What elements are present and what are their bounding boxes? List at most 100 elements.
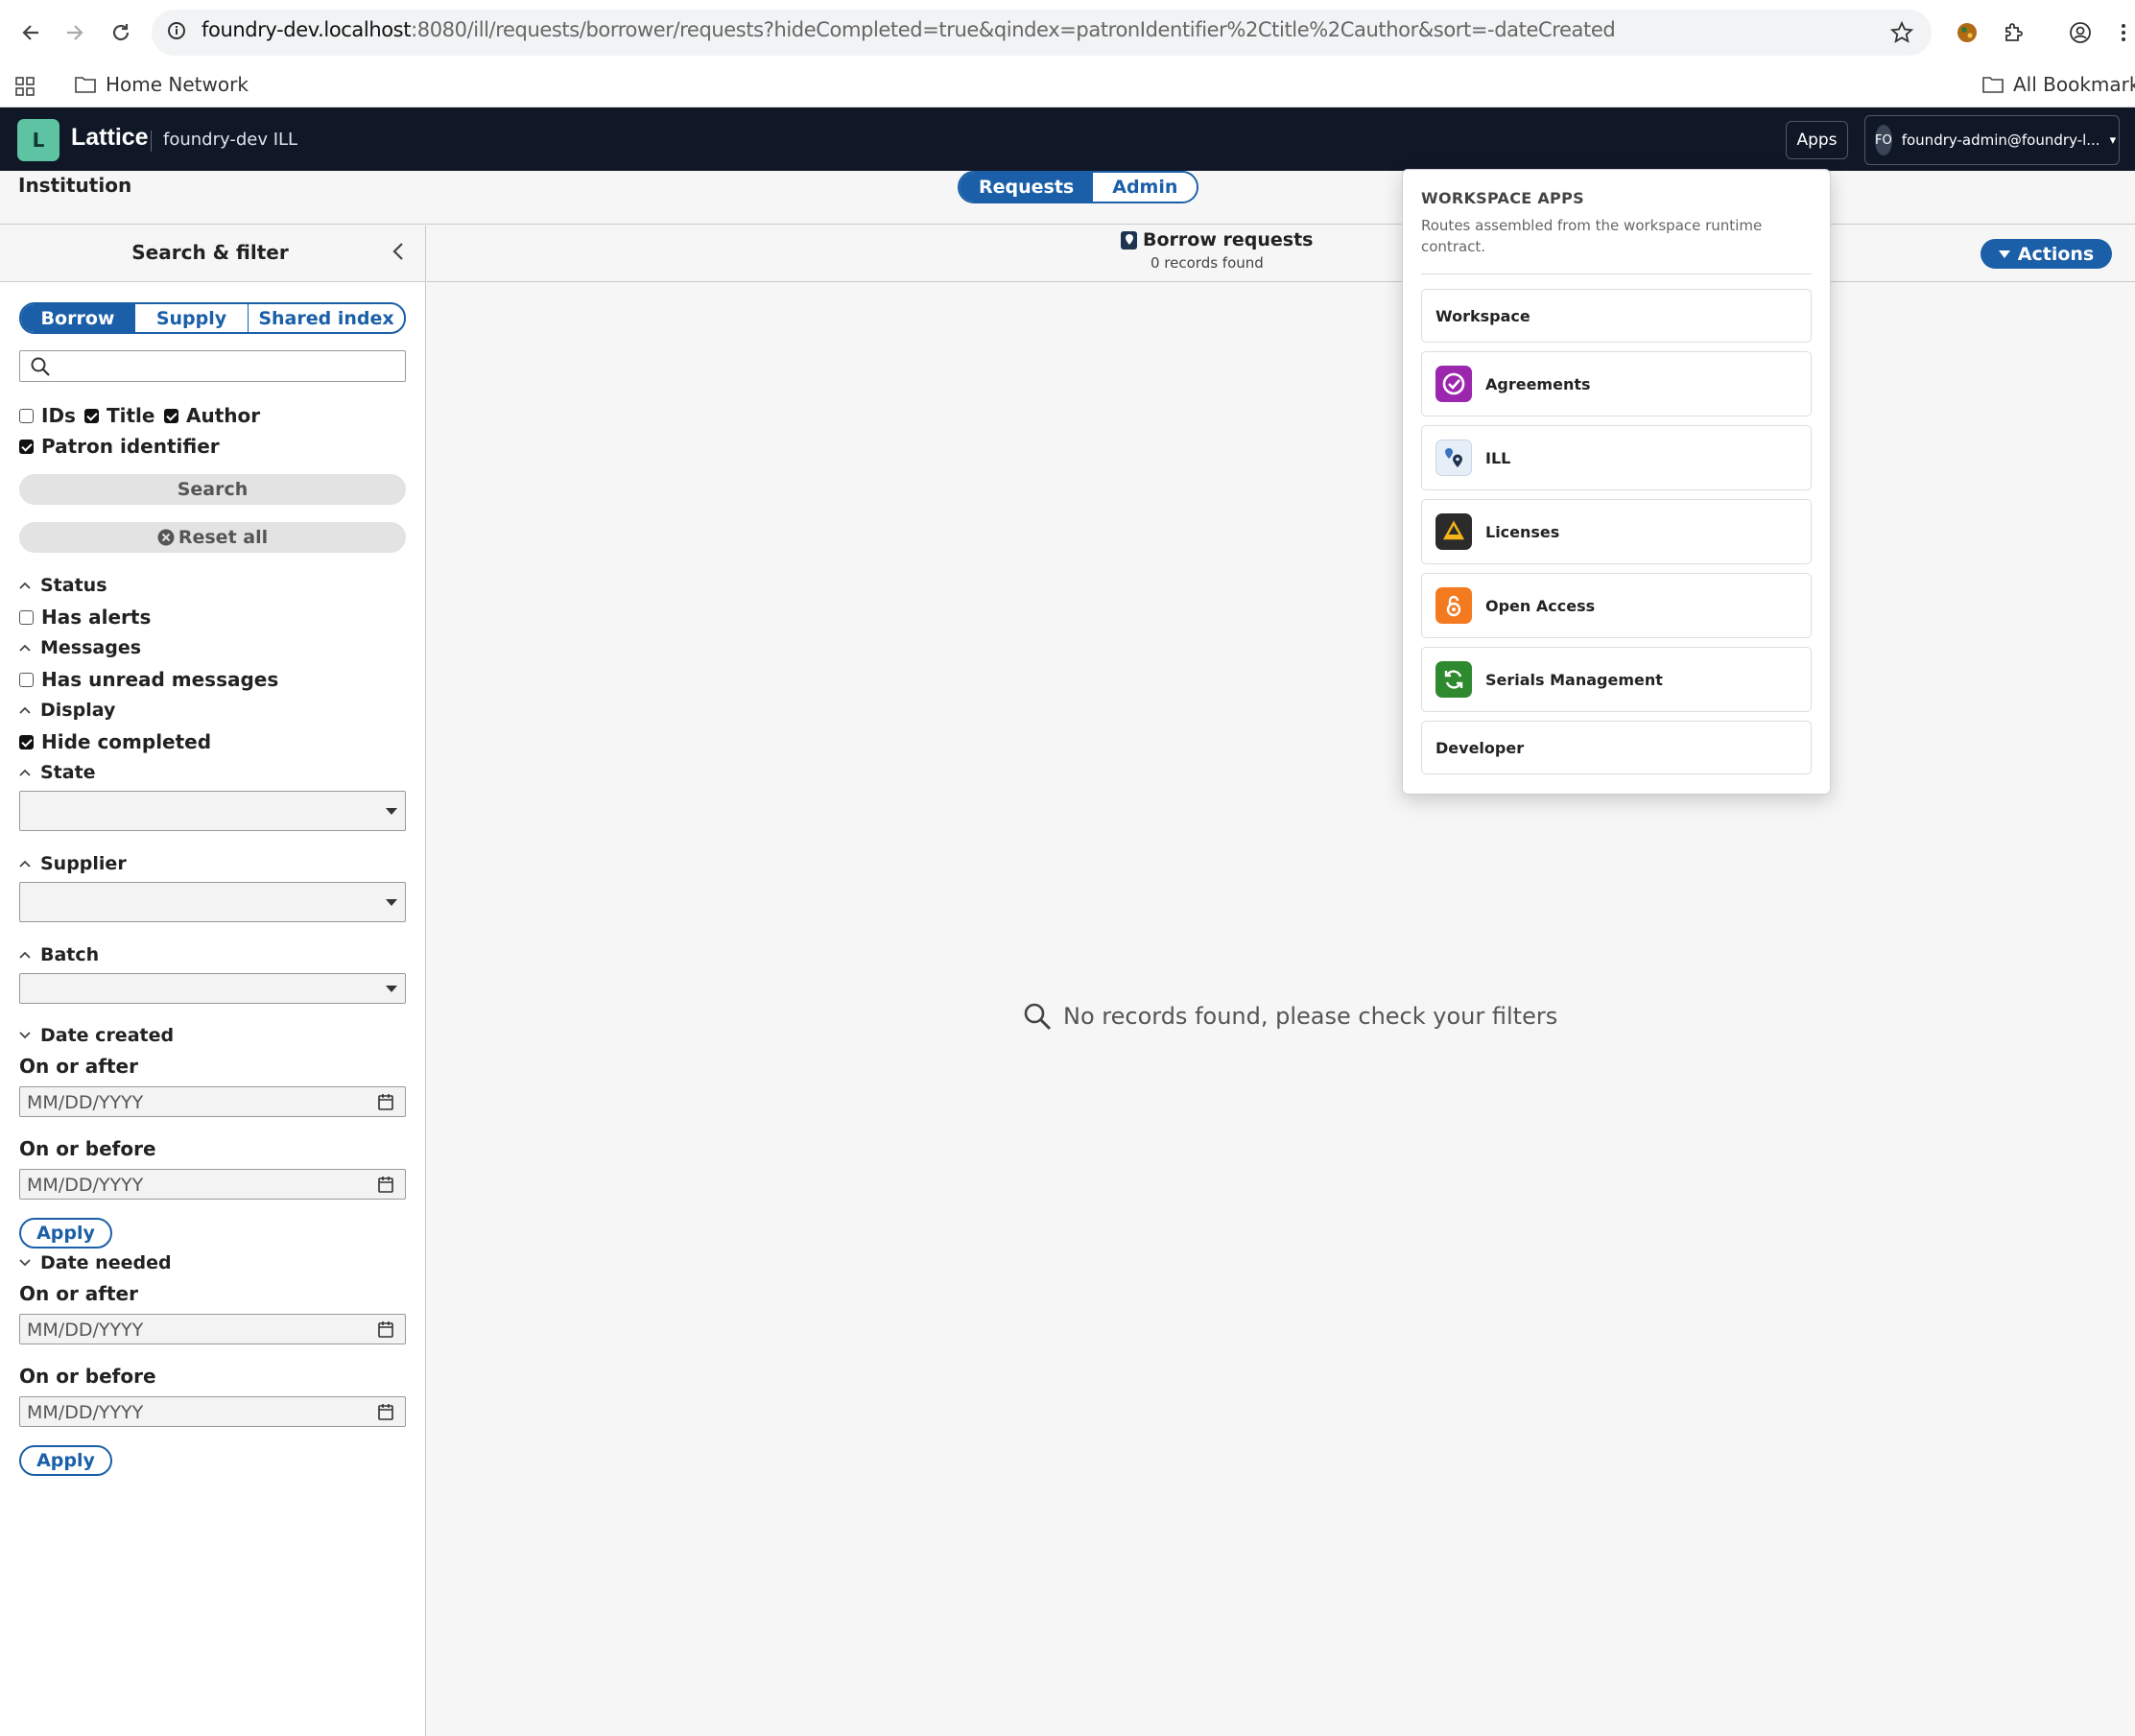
checkbox-ids[interactable] [19,408,34,423]
forward-button[interactable] [56,13,94,52]
section-date-needed[interactable]: Date needed [19,1252,172,1273]
section-status[interactable]: Status [19,575,107,596]
collapse-chevron-left-icon[interactable] [391,241,405,262]
back-button[interactable] [12,13,50,52]
app-item-workspace[interactable]: Workspace [1421,289,1812,343]
search-input[interactable] [19,350,406,382]
app-item-agreements[interactable]: Agreements [1421,351,1812,416]
user-menu-button[interactable]: FO foundry-admin@foundry-l... ▾ [1864,115,2120,165]
qindex-ids[interactable]: IDs [19,404,76,427]
app-item-licenses[interactable]: Licenses [1421,499,1812,564]
apply-date-created-button[interactable]: Apply [19,1218,112,1248]
brand-name[interactable]: Lattice [71,124,149,152]
segment-borrow[interactable]: Borrow [21,304,134,332]
date-needed-after-input[interactable]: MM/DD/YYYY [19,1314,406,1344]
section-supplier[interactable]: Supplier [19,853,127,874]
forward-arrow-icon [67,25,83,40]
section-label: Batch [40,944,100,965]
state-select[interactable] [19,791,406,831]
profile-icon[interactable] [2069,21,2092,44]
all-bookmarks[interactable]: All Bookmarks [1982,73,2135,96]
checkbox-title[interactable] [84,408,99,423]
checkbox-has-unread[interactable] [19,672,34,687]
extension-cookie-icon[interactable] [1956,21,1979,44]
app-item-open-access[interactable]: Open Access [1421,573,1812,638]
bookmarks-bar: Home Network All Bookmarks [0,65,2135,107]
apps-button[interactable]: Apps [1786,121,1848,159]
search-icon [31,357,50,376]
checkbox-patron-identifier[interactable] [19,439,34,454]
segment-supply[interactable]: Supply [134,304,248,332]
app-item-developer[interactable]: Developer [1421,721,1812,774]
date-needed-before-input[interactable]: MM/DD/YYYY [19,1396,406,1427]
sidebar-title: Search & filter [131,241,289,264]
tab-admin[interactable]: Admin [1093,173,1198,202]
qindex-author[interactable]: Author [164,404,260,427]
date-created-after-input[interactable]: MM/DD/YYYY [19,1086,406,1117]
serials-icon [1435,661,1472,698]
batch-select[interactable] [19,973,406,1004]
qindex-title[interactable]: Title [84,404,154,427]
open-access-icon [1435,587,1472,624]
back-arrow-icon [22,25,38,40]
checkbox-author[interactable] [164,408,178,423]
results-pane-header: Borrow requests 0 records found Actions [427,226,2135,282]
actions-button[interactable]: Actions [1981,239,2112,269]
reload-button[interactable] [102,13,140,52]
section-batch[interactable]: Batch [19,944,99,965]
filter-has-alerts[interactable]: Has alerts [19,606,151,629]
reset-all-button[interactable]: Reset all [19,522,406,553]
top-tabs: Requests Admin [958,171,1199,203]
extensions-puzzle-icon[interactable] [2002,21,2025,44]
site-info-icon[interactable] [165,19,188,42]
app-item-label: Agreements [1485,374,1591,393]
checkbox-label: Title [107,404,155,427]
app-item-serials-management[interactable]: Serials Management [1421,647,1812,712]
section-date-created[interactable]: Date created [19,1025,174,1046]
filter-sidebar: Search & filter Borrow Supply Shared ind… [0,226,426,1736]
section-state[interactable]: State [19,762,96,783]
empty-results-message: No records found, please check your filt… [1023,1002,1557,1031]
segment-shared-index[interactable]: Shared index [248,304,404,332]
calendar-icon[interactable] [378,1176,393,1193]
supplier-select[interactable] [19,882,406,922]
apply-date-needed-button[interactable]: Apply [19,1445,112,1476]
qindex-patron[interactable]: Patron identifier [19,435,220,458]
bookmark-folder-home-network[interactable]: Home Network [75,73,249,96]
chevron-up-icon [19,706,31,714]
reload-icon [112,24,130,41]
request-type-segments: Borrow Supply Shared index [19,302,406,334]
app-logo[interactable]: L [17,119,59,161]
caret-down-icon [386,808,397,815]
bookmark-star-icon[interactable] [1890,21,1913,44]
date-placeholder: MM/DD/YYYY [27,1092,144,1113]
section-display[interactable]: Display [19,700,115,721]
app-item-ill[interactable]: ILL [1421,425,1812,490]
workspace-apps-dropdown: WORKSPACE APPS Routes assembled from the… [1402,169,1831,795]
record-count: 0 records found [1151,254,1264,272]
licenses-icon [1435,513,1472,550]
browser-menu-icon[interactable] [2119,21,2128,44]
chevron-down-icon [19,1259,31,1267]
calendar-icon[interactable] [378,1093,393,1110]
calendar-icon[interactable] [378,1403,393,1420]
brand-divider [151,131,152,152]
app-item-label: Serials Management [1485,670,1663,689]
url-text: foundry-dev.localhost:8080/ill/requests/… [202,18,1616,41]
filter-has-unread-messages[interactable]: Has unread messages [19,668,278,691]
apps-grid-icon[interactable] [15,77,35,96]
all-bookmarks-label: All Bookmarks [2013,73,2135,96]
section-messages[interactable]: Messages [19,637,141,658]
date-created-before-input[interactable]: MM/DD/YYYY [19,1169,406,1200]
checkbox-has-alerts[interactable] [19,609,34,625]
tab-requests[interactable]: Requests [960,173,1094,202]
search-button[interactable]: Search [19,474,406,505]
filter-hide-completed[interactable]: Hide completed [19,730,211,753]
folder-icon [75,77,96,93]
url-host: foundry-dev.localhost [202,18,412,41]
calendar-icon[interactable] [378,1320,393,1338]
pane-title: Borrow requests [1121,229,1313,250]
section-label: Display [40,700,116,721]
checkbox-hide-completed[interactable] [19,734,34,749]
app-item-label: ILL [1485,448,1511,467]
